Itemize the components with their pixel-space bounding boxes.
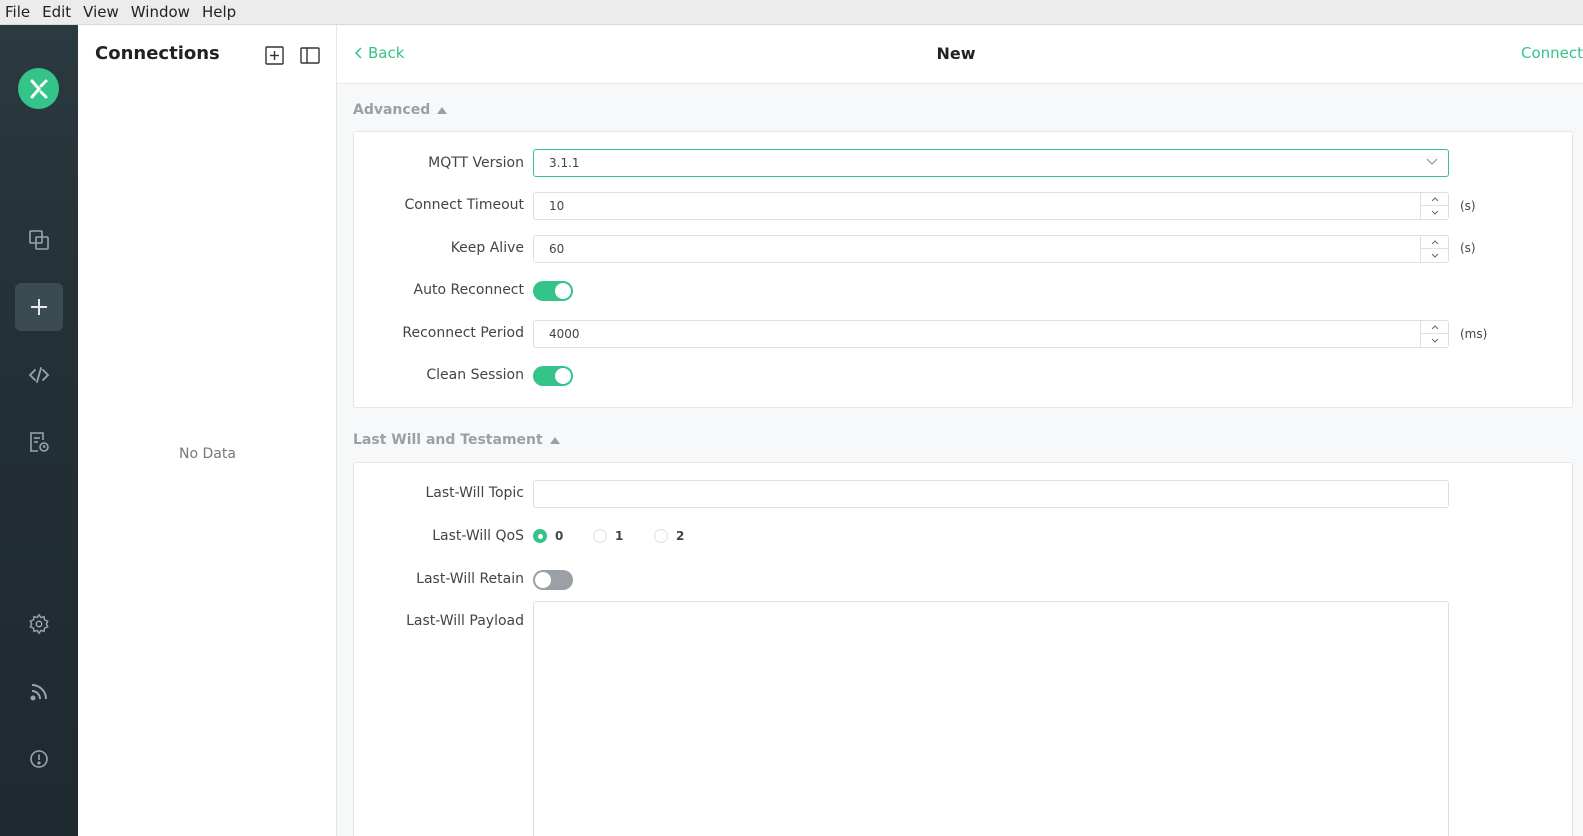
last-will-payload-textarea[interactable] (533, 601, 1449, 836)
mqtt-version-label: MQTT Version (428, 155, 524, 171)
connect-timeout-value: 10 (549, 199, 565, 213)
keep-alive-label: Keep Alive (450, 240, 524, 256)
gear-icon[interactable] (15, 600, 63, 648)
script-code-icon[interactable] (15, 351, 63, 399)
reconnect-period-label: Reconnect Period (402, 325, 524, 341)
connections-title: Connections (95, 43, 220, 64)
last-will-card: Last-Will Topic Last-Will QoS 0 1 2 Last… (353, 462, 1573, 836)
qos-radio-1[interactable]: 1 (593, 529, 623, 543)
connect-timeout-unit: (s) (1460, 199, 1476, 213)
toggle-knob (535, 572, 551, 588)
keep-alive-unit: (s) (1460, 241, 1476, 255)
main-content: Back New Connect Advanced MQTT Version 3… (337, 25, 1583, 836)
last-will-topic-input[interactable] (533, 480, 1449, 508)
decrement-button[interactable] (1421, 334, 1448, 347)
add-connection-icon[interactable] (263, 44, 285, 66)
decrement-button[interactable] (1421, 206, 1448, 219)
last-will-section-title: Last Will and Testament (353, 432, 543, 448)
caret-up-icon (549, 436, 560, 444)
page-title: New (936, 44, 976, 63)
advanced-card: MQTT Version 3.1.1 Connect Timeout 10 (s… (353, 131, 1573, 408)
decrement-button[interactable] (1421, 249, 1448, 262)
caret-up-icon (437, 106, 448, 114)
info-icon[interactable] (15, 735, 63, 783)
clean-session-label: Clean Session (426, 367, 524, 383)
qos-option-0: 0 (555, 529, 564, 543)
left-nav-rail (0, 25, 78, 836)
last-will-qos-label: Last-Will QoS (432, 528, 524, 544)
qos-radio-0[interactable]: 0 (533, 529, 563, 543)
toggle-knob (555, 368, 571, 384)
connections-panel: Connections No Data (78, 25, 337, 836)
log-icon[interactable] (15, 418, 63, 466)
reconnect-period-unit: (ms) (1460, 327, 1488, 341)
advanced-section-title: Advanced (353, 102, 431, 118)
connect-timeout-label: Connect Timeout (404, 197, 524, 213)
menu-help[interactable]: Help (202, 0, 236, 25)
increment-button[interactable] (1421, 321, 1448, 334)
mqttx-logo-icon[interactable] (18, 68, 59, 109)
radio-dot (593, 529, 607, 543)
toggle-sidebar-icon[interactable] (299, 44, 321, 66)
auto-reconnect-toggle[interactable] (533, 281, 573, 301)
chevron-down-icon (1431, 210, 1438, 215)
radio-dot (533, 529, 547, 543)
connections-nav-icon[interactable] (15, 216, 63, 264)
keep-alive-stepper (1420, 236, 1448, 262)
menu-edit[interactable]: Edit (42, 0, 71, 25)
reconnect-period-stepper (1420, 321, 1448, 347)
chevron-down-icon (1431, 253, 1438, 258)
top-bar: Back New Connect (337, 25, 1583, 84)
last-will-retain-toggle[interactable] (533, 570, 573, 590)
connect-button[interactable]: Connect (1521, 44, 1583, 62)
last-will-payload-label: Last-Will Payload (406, 613, 524, 629)
chevron-down-icon (1431, 338, 1438, 343)
connect-timeout-stepper (1420, 193, 1448, 219)
radio-dot (654, 529, 668, 543)
increment-button[interactable] (1421, 193, 1448, 206)
advanced-section-toggle[interactable]: Advanced (353, 102, 448, 118)
chevron-up-icon (1431, 196, 1438, 201)
toggle-knob (555, 283, 571, 299)
last-will-section-toggle[interactable]: Last Will and Testament (353, 432, 560, 448)
last-will-retain-label: Last-Will Retain (416, 571, 524, 587)
menu-view[interactable]: View (83, 0, 119, 25)
mqtt-version-select[interactable]: 3.1.1 (533, 149, 1449, 177)
auto-reconnect-label: Auto Reconnect (413, 282, 524, 298)
increment-button[interactable] (1421, 236, 1448, 249)
chevron-up-icon (1431, 239, 1438, 244)
qos-option-1: 1 (615, 529, 624, 543)
reconnect-period-input[interactable]: 4000 (533, 320, 1449, 348)
menu-bar: File Edit View Window Help (0, 0, 1583, 25)
clean-session-toggle[interactable] (533, 366, 573, 386)
chevron-up-icon (1431, 324, 1438, 329)
qos-option-2: 2 (676, 529, 685, 543)
keep-alive-input[interactable]: 60 (533, 235, 1449, 263)
connect-timeout-input[interactable]: 10 (533, 192, 1449, 220)
empty-state-text: No Data (179, 446, 236, 462)
mqtt-version-value: 3.1.1 (549, 156, 580, 170)
keep-alive-value: 60 (549, 242, 565, 256)
chevron-down-icon (1426, 158, 1438, 165)
new-connection-nav-icon[interactable] (15, 283, 63, 331)
menu-window[interactable]: Window (131, 0, 190, 25)
reconnect-period-value: 4000 (549, 327, 580, 341)
last-will-topic-label: Last-Will Topic (425, 485, 524, 501)
qos-radio-2[interactable]: 2 (654, 529, 684, 543)
menu-file[interactable]: File (5, 0, 30, 25)
feed-icon[interactable] (15, 668, 63, 716)
